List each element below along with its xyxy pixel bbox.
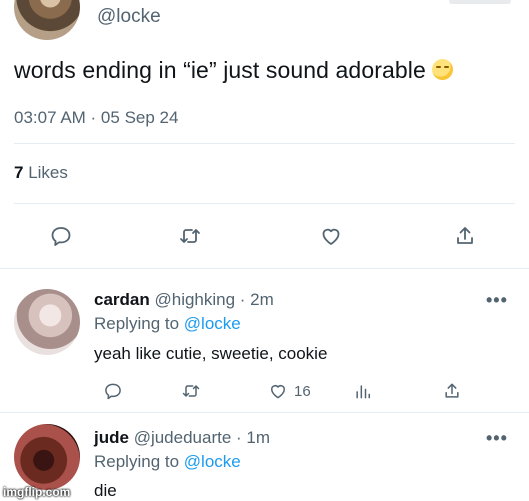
like-icon bbox=[271, 385, 285, 399]
share-button[interactable] bbox=[442, 381, 462, 401]
likes-count[interactable]: 7 Likes bbox=[14, 163, 68, 183]
tweet-text-content: words ending in “ie” just sound adorable bbox=[14, 57, 426, 83]
replying-mention[interactable]: @locke bbox=[184, 452, 241, 471]
likes-label: Likes bbox=[23, 163, 68, 182]
cropped-follow-button[interactable] bbox=[449, 0, 511, 4]
reply-button[interactable] bbox=[103, 381, 123, 401]
more-icon[interactable]: ••• bbox=[486, 429, 508, 447]
reply-author-name[interactable]: jude bbox=[94, 428, 129, 447]
replying-to: Replying to @locke bbox=[94, 452, 241, 472]
replying-mention[interactable]: @locke bbox=[184, 314, 241, 333]
reply-author-name[interactable]: cardan bbox=[94, 290, 150, 309]
reply-time: · 1m bbox=[231, 428, 271, 447]
divider bbox=[0, 412, 529, 413]
reply-author-avatar[interactable] bbox=[14, 289, 80, 355]
more-icon[interactable]: ••• bbox=[486, 291, 508, 309]
tweet-author-avatar[interactable] bbox=[14, 0, 80, 40]
replying-prefix: Replying to bbox=[94, 314, 184, 333]
retweet-button[interactable] bbox=[176, 222, 204, 250]
like-button[interactable]: 16 bbox=[268, 381, 311, 401]
share-icon bbox=[457, 227, 473, 244]
reply-author-handle[interactable]: @judeduarte bbox=[134, 428, 232, 447]
reply-text: die bbox=[94, 481, 117, 500]
divider bbox=[14, 203, 515, 204]
reply-button[interactable] bbox=[47, 222, 75, 250]
analytics-button[interactable] bbox=[353, 381, 373, 401]
reply-author-line: jude @judeduarte · 1m bbox=[94, 428, 270, 448]
reply-icon bbox=[51, 227, 71, 246]
reply-author-handle[interactable]: @highking bbox=[154, 290, 235, 309]
tweet-timestamp[interactable]: 03:07 AM · 05 Sep 24 bbox=[14, 108, 178, 128]
like-count: 16 bbox=[294, 382, 311, 400]
retweet-icon bbox=[180, 229, 200, 243]
share-button[interactable] bbox=[451, 222, 479, 250]
retweet-button[interactable] bbox=[181, 381, 201, 401]
divider bbox=[14, 143, 515, 144]
share-icon bbox=[445, 383, 459, 398]
analytics-icon bbox=[356, 385, 370, 399]
reply-author-avatar[interactable] bbox=[14, 424, 80, 490]
like-icon bbox=[322, 228, 340, 245]
replying-to: Replying to @locke bbox=[94, 314, 241, 334]
reply-icon bbox=[105, 383, 121, 400]
tweet-text: words ending in “ie” just sound adorable bbox=[14, 57, 453, 84]
like-button[interactable] bbox=[317, 222, 345, 250]
retweet-icon bbox=[182, 385, 200, 397]
divider bbox=[0, 268, 529, 269]
reply-author-line: cardan @highking · 2m bbox=[94, 290, 274, 310]
tweet-author-handle[interactable]: @locke bbox=[97, 6, 161, 28]
reply-time: · 2m bbox=[235, 290, 274, 309]
watermark: imgflip.com bbox=[3, 485, 71, 499]
replying-prefix: Replying to bbox=[94, 452, 184, 471]
reply-text: yeah like cutie, sweetie, cookie bbox=[94, 344, 328, 363]
relieved-face-emoji-icon bbox=[431, 59, 453, 80]
